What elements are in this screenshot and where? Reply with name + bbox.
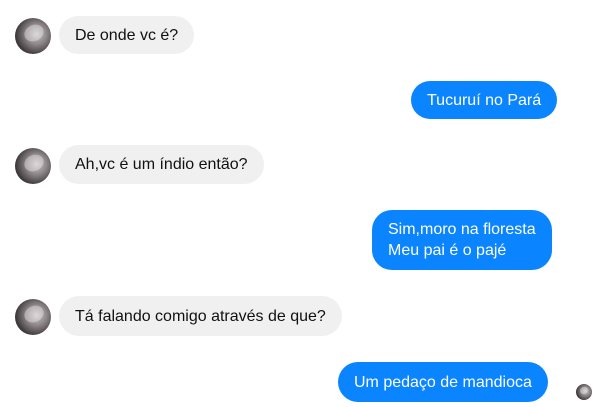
contact-avatar-icon[interactable] bbox=[15, 148, 51, 184]
outgoing-message-bubble[interactable]: Um pedaço de mandioca bbox=[338, 362, 548, 402]
outgoing-message-bubble[interactable]: Tucuruí no Pará bbox=[411, 81, 558, 119]
message-text: De onde vc é? bbox=[75, 26, 179, 44]
message-text-line: Meu pai é o pajé bbox=[388, 242, 507, 259]
chat-thread: De onde vc é? Tucuruí no Pará Ah,vc é um… bbox=[0, 0, 600, 407]
incoming-message-bubble[interactable]: De onde vc é? bbox=[59, 16, 195, 54]
incoming-message-bubble[interactable]: Ah,vc é um índio então? bbox=[59, 145, 264, 184]
message-text: Um pedaço de mandioca bbox=[354, 373, 532, 391]
message-text: Ah,vc é um índio então? bbox=[75, 156, 248, 173]
message-text: Tá falando comigo através de que? bbox=[75, 307, 326, 325]
message-text-line: Sim,moro na floresta bbox=[388, 221, 536, 238]
incoming-message-bubble[interactable]: Tá falando comigo através de que? bbox=[59, 296, 342, 336]
seen-avatar-icon bbox=[576, 384, 592, 400]
contact-avatar-icon[interactable] bbox=[15, 299, 51, 335]
outgoing-message-bubble[interactable]: Sim,moro na floresta Meu pai é o pajé bbox=[372, 210, 552, 270]
contact-avatar-icon[interactable] bbox=[15, 18, 51, 54]
message-text: Tucuruí no Pará bbox=[427, 91, 542, 109]
